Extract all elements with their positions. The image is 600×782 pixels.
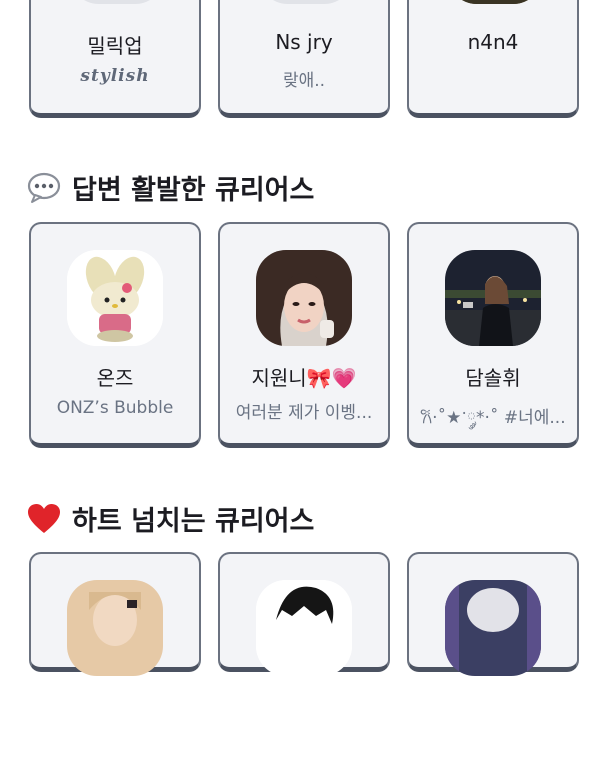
card-name: 담솔휘 bbox=[465, 366, 521, 390]
avatar bbox=[445, 580, 541, 676]
card-subtitle: 𐙚·˚★ॱ༘*·˚ #너에... bbox=[420, 408, 566, 428]
avatar bbox=[69, 0, 165, 4]
avatar bbox=[256, 250, 352, 346]
avatar bbox=[258, 0, 354, 4]
curious-card[interactable]: 지원니🎀💗 여러분 제가 이벵... bbox=[218, 222, 390, 448]
card-name: Ns jry bbox=[275, 30, 333, 54]
card-name: 지원니🎀💗 bbox=[251, 366, 357, 390]
curious-card[interactable]: Ns jry 랒애.. bbox=[218, 0, 390, 118]
section-title-text: 답변 활발한 큐리어스 bbox=[72, 175, 315, 206]
card-subtitle: stylish bbox=[80, 66, 150, 86]
curious-card[interactable]: n4n4 bbox=[407, 0, 579, 118]
section-title-text: 하트 넘치는 큐리어스 bbox=[72, 506, 315, 537]
avatar bbox=[447, 0, 543, 4]
section-title-hearts: 하트 넘치는 큐리어스 bbox=[26, 499, 314, 538]
card-name: 온즈 bbox=[96, 366, 134, 390]
curious-card[interactable]: 담솔휘 𐙚·˚★ॱ༘*·˚ #너에... bbox=[407, 222, 579, 448]
avatar bbox=[67, 250, 163, 346]
hearts-card-row bbox=[29, 552, 589, 782]
red-heart-icon bbox=[26, 501, 62, 537]
speech-bubble-icon bbox=[26, 170, 62, 206]
card-name: 밀릭업 bbox=[87, 34, 143, 58]
curious-card[interactable] bbox=[218, 552, 390, 676]
curious-card[interactable]: 온즈 ONZ’s Bubble bbox=[29, 222, 201, 448]
card-name: n4n4 bbox=[467, 30, 519, 54]
top-card-row: 밀릭업 stylish Ns jry 랒애.. n4n4 bbox=[29, 0, 589, 190]
card-subtitle: ONZ’s Bubble bbox=[56, 398, 174, 418]
card-subtitle: 랒애.. bbox=[282, 71, 326, 91]
curious-card[interactable]: 밀릭업 stylish bbox=[29, 0, 201, 118]
active-card-row: 온즈 ONZ’s Bubble 지원니🎀💗 여러분 제가 이벵... 담솔휘 𐙚… bbox=[29, 222, 589, 452]
section-title-active: 답변 활발한 큐리어스 bbox=[26, 168, 314, 207]
avatar bbox=[67, 580, 163, 676]
avatar bbox=[445, 250, 541, 346]
curious-card[interactable] bbox=[407, 552, 579, 676]
curious-card[interactable] bbox=[29, 552, 201, 676]
avatar bbox=[256, 580, 352, 676]
card-subtitle: 여러분 제가 이벵... bbox=[235, 403, 373, 423]
